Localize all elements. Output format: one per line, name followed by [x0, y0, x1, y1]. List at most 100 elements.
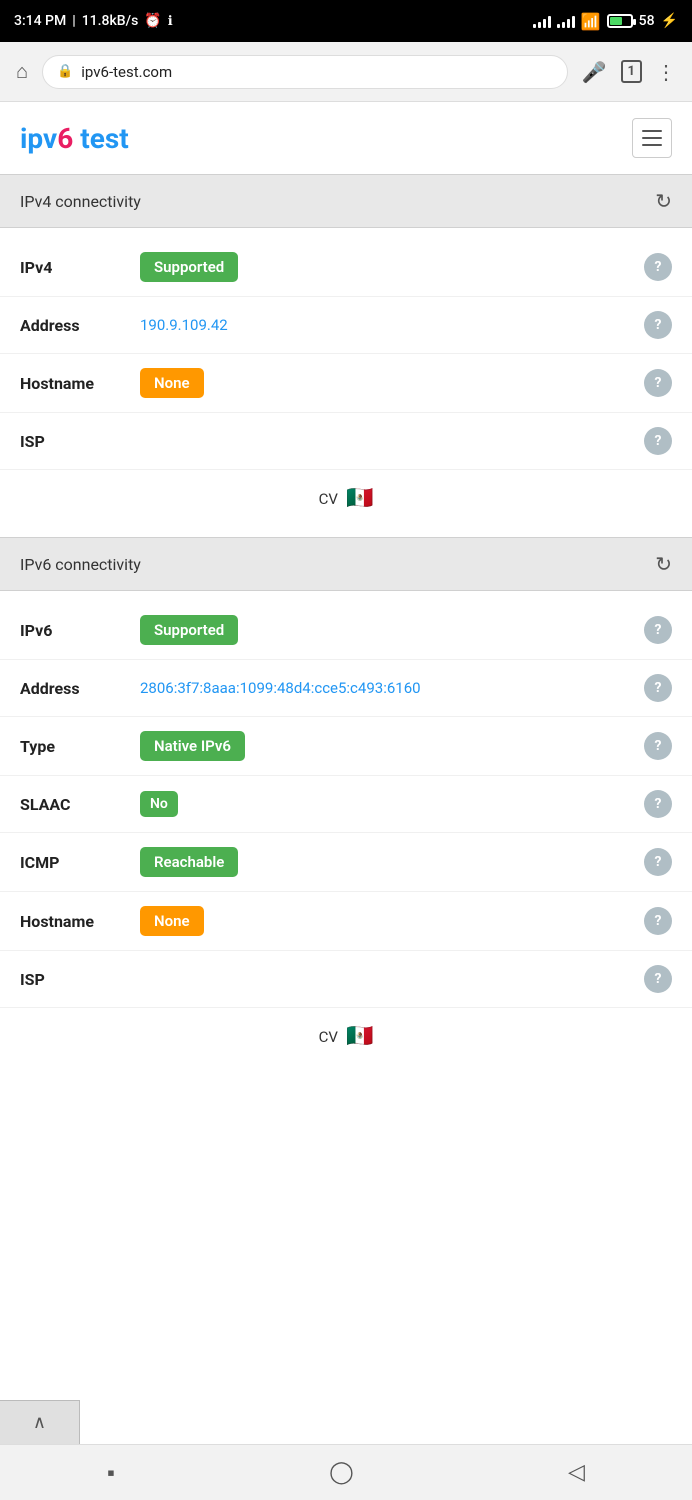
main-content: IPv4 connectivity ↻ IPv4 Supported ? Add…	[0, 174, 692, 1185]
ipv6-isp-help-button[interactable]: ?	[644, 965, 672, 993]
ipv4-address-label: Address	[20, 316, 130, 335]
ipv6-address-value: 2806:3f7:8aaa:1099:48d4:cce5:c493:6160	[140, 679, 634, 697]
ipv6-slaac-badge: No	[140, 791, 178, 817]
ipv4-info-section: IPv4 Supported ? Address 190.9.109.42 ? …	[0, 228, 692, 537]
ipv6-refresh-button[interactable]: ↻	[655, 552, 672, 576]
ipv4-address-help-button[interactable]: ?	[644, 311, 672, 339]
status-bar: 3:14 PM | 11.8kB/s ⏰ ℹ 📶 58 ⚡	[0, 0, 692, 42]
lock-icon: 🔒	[57, 64, 73, 79]
info-icon: ℹ	[168, 14, 173, 29]
ipv4-address-value: 190.9.109.42	[140, 316, 634, 334]
ipv6-section-header: IPv6 connectivity ↻	[0, 537, 692, 591]
ipv6-icmp-badge: Reachable	[140, 847, 238, 877]
chevron-up-icon: ∧	[33, 1412, 46, 1433]
logo-6: 6	[57, 122, 73, 155]
ipv6-hostname-badge: None	[140, 906, 204, 936]
time: 3:14 PM	[14, 13, 66, 29]
ipv6-type-badge: Native IPv6	[140, 731, 245, 761]
ipv6-icmp-help-button[interactable]: ?	[644, 848, 672, 876]
network-speed: 11.8kB/s	[82, 13, 139, 29]
wifi-icon: 📶	[581, 12, 601, 31]
signal-bars-1	[533, 14, 551, 28]
ipv4-address-link[interactable]: 190.9.109.42	[140, 316, 228, 334]
ipv4-hostname-badge: None	[140, 368, 204, 398]
ipv6-type-row: Type Native IPv6 ?	[0, 717, 692, 776]
signal-bars-2	[557, 14, 575, 28]
ipv6-isp-row: ISP ?	[0, 951, 692, 1008]
ipv6-icmp-label: ICMP	[20, 853, 130, 872]
ipv4-address-row: Address 190.9.109.42 ?	[0, 297, 692, 354]
browser-menu-icon[interactable]: ⋮	[652, 56, 680, 88]
bottom-nav: ▪ ◯ ◁	[0, 1444, 692, 1500]
ipv6-slaac-value: No	[140, 791, 634, 817]
ipv6-isp-label: ISP	[20, 970, 130, 989]
ipv6-label: IPv6	[20, 621, 130, 640]
ipv4-supported-badge: Supported	[140, 252, 238, 282]
ipv6-cv-row: CV 🇲🇽	[0, 1008, 692, 1065]
ipv6-slaac-row: SLAAC No ?	[0, 776, 692, 833]
status-left: 3:14 PM | 11.8kB/s ⏰ ℹ	[14, 13, 173, 29]
ipv4-flag: 🇲🇽	[346, 486, 373, 511]
ipv6-hostname-label: Hostname	[20, 912, 130, 931]
recent-apps-button[interactable]: ▪	[87, 1452, 135, 1494]
logo-ipv: ipv	[20, 122, 57, 155]
ipv6-icmp-value: Reachable	[140, 847, 634, 877]
ipv6-address-label: Address	[20, 679, 130, 698]
browser-chrome: ⌂ 🔒 ipv6-test.com 🎤 1 ⋮	[0, 42, 692, 102]
url-text: ipv6-test.com	[81, 63, 172, 81]
site-header: ipv6 test	[0, 102, 692, 174]
ipv6-hostname-help-button[interactable]: ?	[644, 907, 672, 935]
ipv6-help-button[interactable]: ?	[644, 616, 672, 644]
site-logo: ipv6 test	[20, 122, 129, 155]
ipv4-section-header: IPv4 connectivity ↻	[0, 174, 692, 228]
hamburger-line-3	[642, 144, 662, 146]
speed: |	[72, 13, 75, 29]
hamburger-line-2	[642, 137, 662, 139]
home-nav-button[interactable]: ◯	[309, 1452, 374, 1493]
microphone-icon[interactable]: 🎤	[578, 56, 611, 88]
ipv6-flag: 🇲🇽	[346, 1024, 373, 1049]
ipv6-type-value: Native IPv6	[140, 731, 634, 761]
ipv6-cv-text: CV	[319, 1028, 338, 1046]
ipv6-hostname-row: Hostname None ?	[0, 892, 692, 951]
ipv6-slaac-label: SLAAC	[20, 795, 130, 814]
ipv4-isp-row: ISP ?	[0, 413, 692, 470]
hamburger-menu-button[interactable]	[632, 118, 672, 158]
ipv4-cv-text: CV	[319, 490, 338, 508]
ipv4-isp-help-button[interactable]: ?	[644, 427, 672, 455]
ipv4-hostname-value: None	[140, 368, 634, 398]
hamburger-line-1	[642, 130, 662, 132]
ipv4-hostname-help-button[interactable]: ?	[644, 369, 672, 397]
ipv4-refresh-button[interactable]: ↻	[655, 189, 672, 213]
tab-count-icon[interactable]: 1	[621, 60, 642, 83]
ipv6-info-section: IPv6 Supported ? Address 2806:3f7:8aaa:1…	[0, 591, 692, 1075]
ipv6-address-row: Address 2806:3f7:8aaa:1099:48d4:cce5:c49…	[0, 660, 692, 717]
ipv6-section-title: IPv6 connectivity	[20, 555, 141, 574]
ipv6-icmp-row: ICMP Reachable ?	[0, 833, 692, 892]
ipv6-status-row: IPv6 Supported ?	[0, 601, 692, 660]
logo-test: test	[73, 122, 128, 155]
ipv4-hostname-row: Hostname None ?	[0, 354, 692, 413]
ipv6-supported-badge: Supported	[140, 615, 238, 645]
battery-percent: 58	[639, 13, 655, 29]
ipv6-type-help-button[interactable]: ?	[644, 732, 672, 760]
ipv6-address-help-button[interactable]: ?	[644, 674, 672, 702]
battery-icon	[607, 14, 633, 28]
status-right: 📶 58 ⚡	[533, 12, 678, 31]
back-button[interactable]: ◁	[548, 1452, 605, 1493]
ipv4-section-title: IPv4 connectivity	[20, 192, 141, 211]
ipv6-slaac-help-button[interactable]: ?	[644, 790, 672, 818]
ipv6-address-link[interactable]: 2806:3f7:8aaa:1099:48d4:cce5:c493:6160	[140, 679, 421, 697]
ipv4-label: IPv4	[20, 258, 130, 277]
alarm-icon: ⏰	[144, 13, 161, 29]
keyboard-collapse-button[interactable]: ∧	[0, 1400, 80, 1444]
ipv6-type-label: Type	[20, 737, 130, 756]
charging-icon: ⚡	[661, 13, 678, 29]
ipv4-status-row: IPv4 Supported ?	[0, 238, 692, 297]
ipv6-status-value: Supported	[140, 615, 634, 645]
ipv4-isp-label: ISP	[20, 432, 130, 451]
url-bar[interactable]: 🔒 ipv6-test.com	[42, 55, 568, 89]
ipv4-hostname-label: Hostname	[20, 374, 130, 393]
home-button[interactable]: ⌂	[12, 55, 32, 88]
ipv4-help-button[interactable]: ?	[644, 253, 672, 281]
